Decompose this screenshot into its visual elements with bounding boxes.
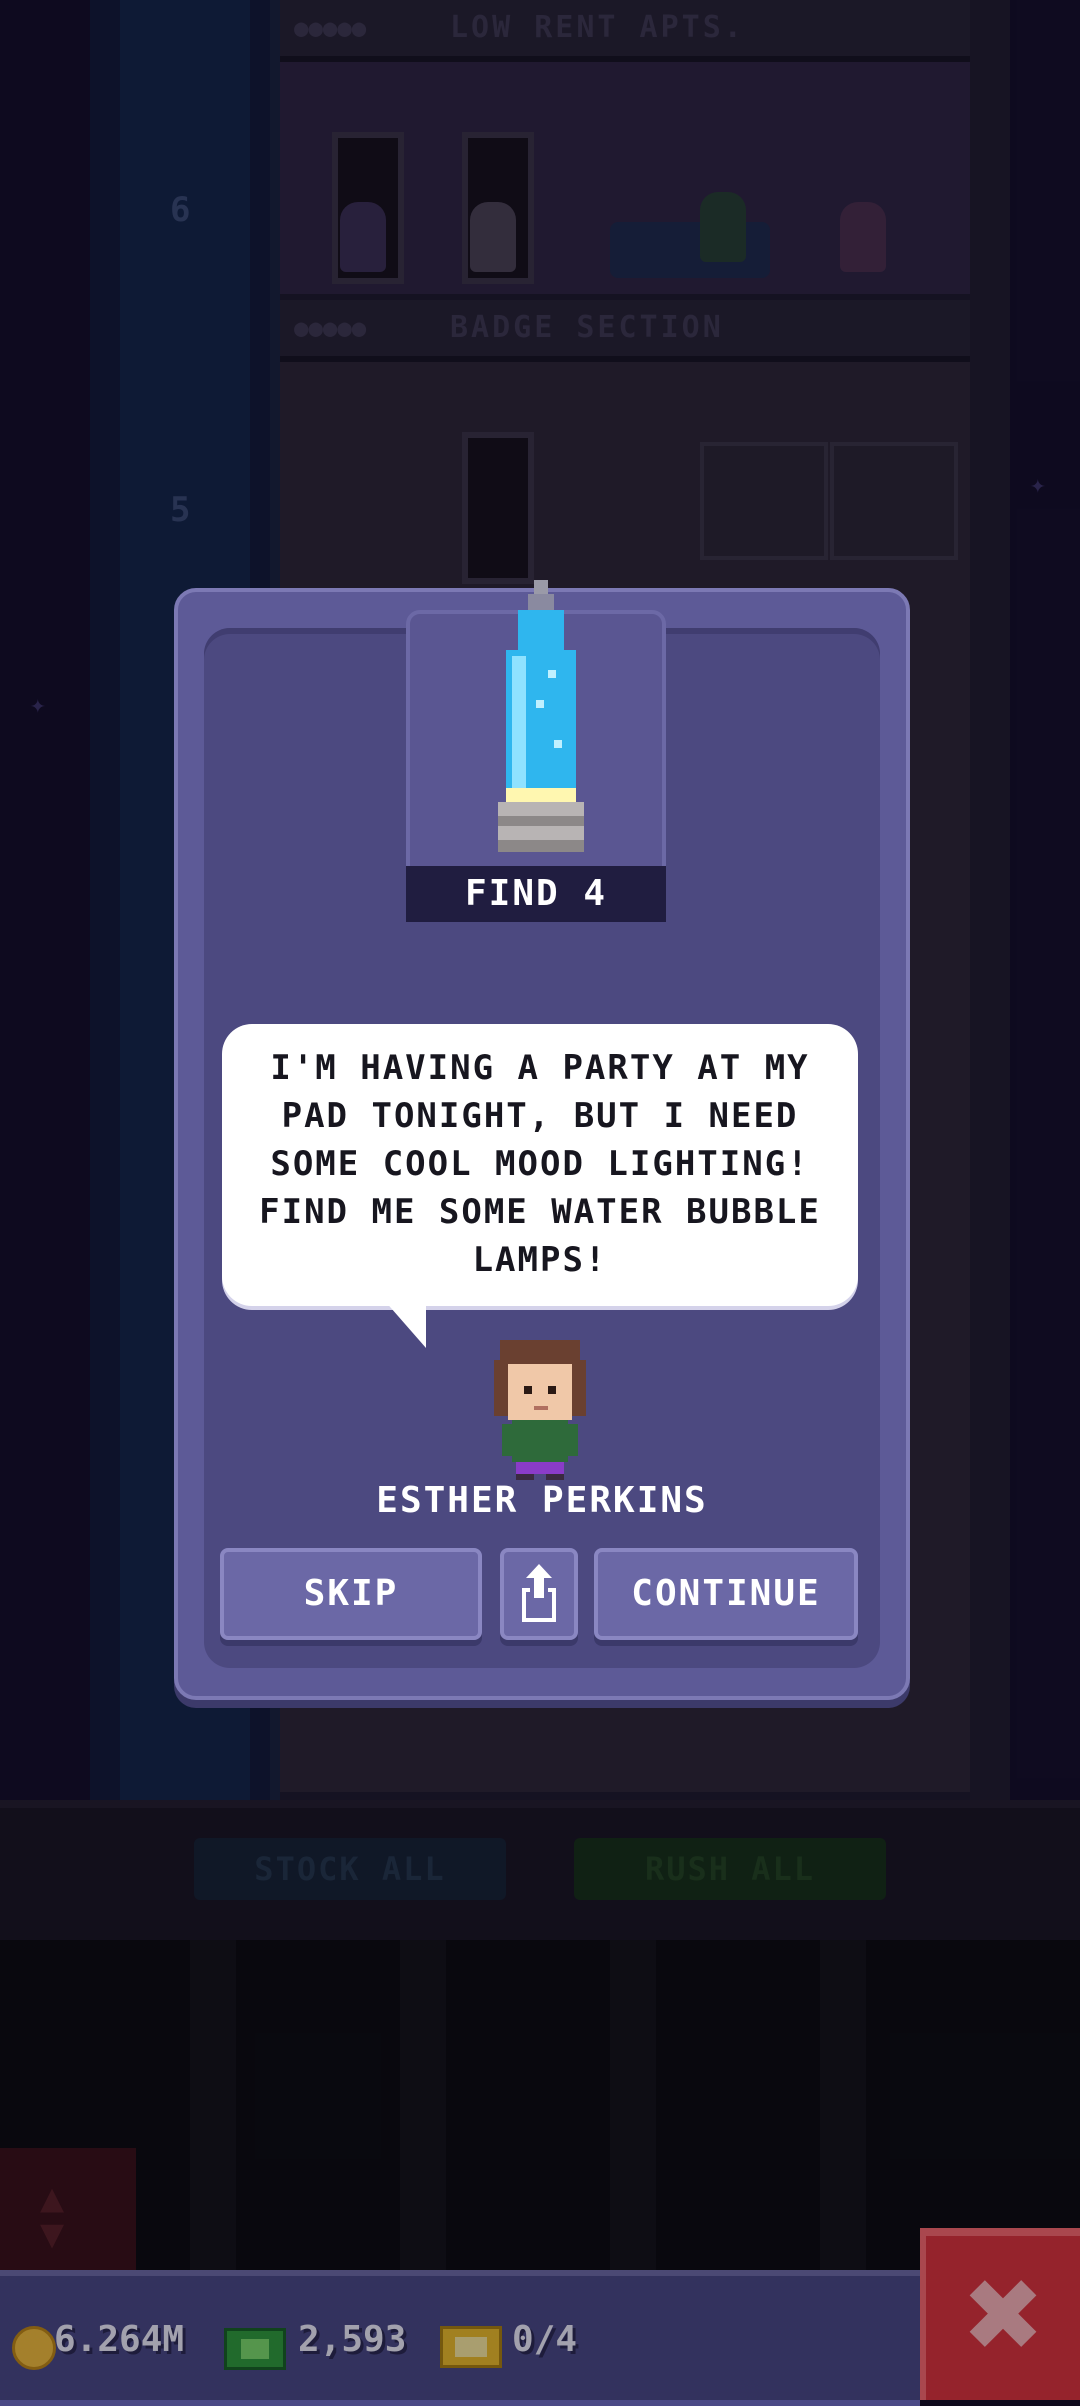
character-avatar [494, 1340, 586, 1480]
water-bubble-lamp-icon [498, 580, 584, 852]
skip-button[interactable]: SKIP [220, 1548, 482, 1640]
mission-text: I'M HAVING A PARTY AT MY PAD TONIGHT, BU… [259, 1048, 821, 1280]
share-button[interactable] [500, 1548, 578, 1640]
continue-button[interactable]: CONTINUE [594, 1548, 858, 1640]
find-count-label: FIND 4 [406, 866, 666, 922]
share-icon [522, 1564, 556, 1622]
character-name: ESTHER PERKINS [376, 1480, 708, 1521]
speech-bubble-tail [384, 1300, 426, 1348]
speech-bubble: I'M HAVING A PARTY AT MY PAD TONIGHT, BU… [222, 1024, 858, 1306]
